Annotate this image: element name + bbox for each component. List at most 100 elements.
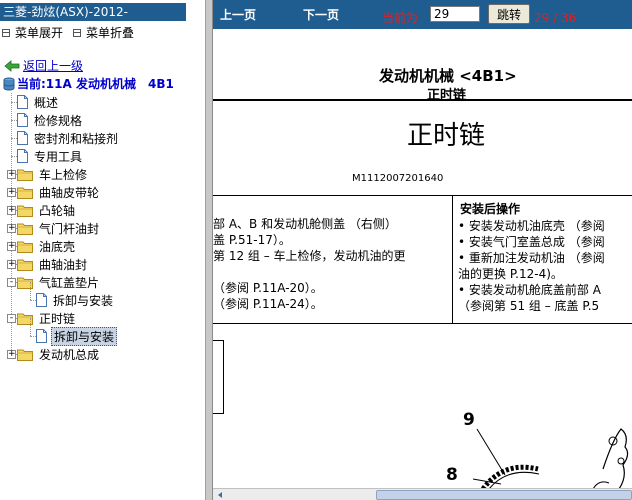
post-install-step-line: 油的更换 P.12-4)。 [458, 267, 563, 281]
tree-item-label: 气门杆油封 [39, 221, 100, 236]
tree-item-label: 曲轴皮带轮 [39, 185, 100, 200]
viewer-panel: 上一页 下一页 当前为 跳转 29 / 36 发动机机械 <4B1> 正时链 正… [213, 0, 632, 500]
collapse-menu-label: 菜单折叠 [86, 26, 135, 40]
folder-icon [17, 169, 33, 181]
current-section: 当前:11A 发动机机械 4B1 [3, 75, 174, 92]
tree-item[interactable]: 拆卸与安装 [36, 291, 115, 309]
timing-chain-drawing [472, 428, 629, 489]
expand-toggle[interactable]: + [7, 242, 16, 251]
page-number-input[interactable] [430, 6, 480, 22]
page-count-indicator: 29 / 36 [534, 11, 577, 25]
tree-item-label: 密封剂和粘接剂 [34, 131, 119, 146]
folder-icon [17, 259, 33, 271]
expand-toggle[interactable]: + [7, 224, 16, 233]
document-icon [36, 329, 47, 343]
document-icon [17, 95, 28, 109]
back-link[interactable]: 返回上一级 [4, 57, 83, 74]
removal-step-line: 盖 P.51-17）。 [213, 233, 291, 247]
document-icon [17, 131, 28, 145]
tree-item-label: 车上检修 [39, 167, 88, 182]
tree-item[interactable]: 检修规格 [17, 111, 84, 129]
panel-splitter[interactable] [205, 0, 213, 500]
document-page: 发动机机械 <4B1> 正时链 正时链 M1112007201640 部 A、B… [213, 29, 632, 489]
header-rule [213, 99, 632, 101]
expand-menu-button[interactable]: 菜单展开 [2, 24, 63, 41]
post-install-step-line: • 重新加注发动机油 （参阅 [458, 251, 605, 265]
page-toolbar: 上一页 下一页 当前为 跳转 29 / 36 [213, 0, 632, 29]
tree-item-label: 拆卸与安装 [53, 293, 114, 308]
removal-step-line: （参阅 P.11A-24）。 [213, 297, 323, 311]
tree-item-label: 曲轴油封 [39, 257, 88, 272]
folder-icon [17, 205, 33, 217]
tree-guide-line [30, 318, 31, 336]
collapse-toggle[interactable]: - [7, 314, 16, 323]
tree-item[interactable]: 拆卸与安装 [36, 326, 118, 346]
back-link-label: 返回上一级 [23, 59, 84, 73]
tree-item-label: 拆卸与安装 [51, 326, 118, 346]
tree-item[interactable]: 正时链 [17, 309, 77, 327]
scrollbar-thumb[interactable] [376, 490, 632, 500]
tree-item[interactable]: 曲轴皮带轮 [17, 183, 101, 201]
tree-item[interactable]: 车上检修 [17, 165, 89, 183]
document-icon [36, 293, 47, 307]
tree-item[interactable]: 油底壳 [17, 237, 77, 255]
collapse-square-icon [73, 28, 82, 37]
tree-item-label: 概述 [34, 95, 59, 110]
expand-toggle[interactable]: + [7, 206, 16, 215]
table-divider [452, 195, 453, 324]
tree-guide-line [30, 282, 31, 300]
expand-toggle[interactable]: + [7, 350, 16, 359]
figure-code: M1112007201640 [352, 173, 444, 184]
tree-item-label: 气缸盖垫片 [39, 275, 100, 290]
expand-menu-label: 菜单展开 [15, 26, 64, 40]
removal-step-line: 第 12 组 – 车上检修，发动机油的更 [213, 249, 406, 263]
expand-toggle[interactable]: + [7, 170, 16, 179]
collapse-menu-button[interactable]: 菜单折叠 [73, 24, 134, 41]
tree-item-label: 发动机总成 [39, 347, 100, 362]
horizontal-scrollbar[interactable] [213, 488, 632, 500]
manual-title-bar: 三菱-劲炫(ASX)-2012- [0, 3, 186, 21]
arrow-left-icon [4, 59, 20, 72]
current-section-label: 当前:11A 发动机机械 4B1 [17, 77, 174, 91]
go-to-page-button[interactable]: 跳转 [488, 4, 530, 24]
document-icon [17, 113, 28, 127]
tree-item-label: 油底壳 [39, 239, 76, 254]
tree-item-label: 凸轮轴 [39, 203, 76, 218]
tree-item[interactable]: 发动机总成 [17, 345, 101, 363]
tree-item[interactable]: 凸轮轴 [17, 201, 77, 219]
folder-icon [17, 223, 33, 235]
figure-frame-box [213, 340, 224, 414]
next-page-link[interactable]: 下一页 [303, 6, 339, 23]
scroll-left-icon[interactable] [215, 490, 225, 500]
post-install-step-line: • 安装气门室盖总成 （参阅 [458, 235, 605, 249]
tree-item-label: 专用工具 [34, 149, 83, 164]
post-install-step-line: • 安装发动机油底壳 （参阅 [458, 219, 605, 233]
tree-item[interactable]: 密封剂和粘接剂 [17, 129, 120, 147]
folder-icon [17, 349, 33, 361]
doc-header-title: 发动机机械 <4B1> [379, 67, 517, 85]
document-icon [17, 149, 28, 163]
doc-main-title: 正时链 [407, 121, 486, 151]
prev-page-link[interactable]: 上一页 [220, 6, 256, 23]
post-install-step-line: • 安装发动机舱底盖前部 A [458, 283, 601, 297]
tree-item[interactable]: 气门杆油封 [17, 219, 101, 237]
database-icon [3, 77, 15, 90]
tree-item-label: 检修规格 [34, 113, 83, 128]
menu-toggle-row: 菜单展开 菜单折叠 [2, 24, 134, 41]
collapse-toggle[interactable]: - [7, 278, 16, 287]
tree-item[interactable]: 概述 [17, 93, 60, 111]
removal-step-line: （参阅 P.11A-20）。 [213, 281, 323, 295]
folder-icon [17, 241, 33, 253]
expand-toggle[interactable]: + [7, 260, 16, 269]
post-install-heading: 安装后操作 [460, 202, 521, 216]
tree-item-label: 正时链 [39, 311, 76, 326]
expand-square-icon [2, 28, 10, 37]
navigation-panel: 三菱-劲炫(ASX)-2012- 菜单展开 菜单折叠 返回上一级 当前:11A … [0, 0, 205, 500]
current-page-label: 当前为 [382, 11, 419, 25]
post-install-step-line: （参阅第 51 组 – 底盖 P.5 [458, 299, 600, 313]
folder-icon [17, 187, 33, 199]
removal-step-line: 部 A、B 和发动机舱侧盖 （右侧） [213, 217, 397, 231]
tree-item[interactable]: 曲轴油封 [17, 255, 89, 273]
expand-toggle[interactable]: + [7, 188, 16, 197]
tree-item[interactable]: 专用工具 [17, 147, 84, 165]
